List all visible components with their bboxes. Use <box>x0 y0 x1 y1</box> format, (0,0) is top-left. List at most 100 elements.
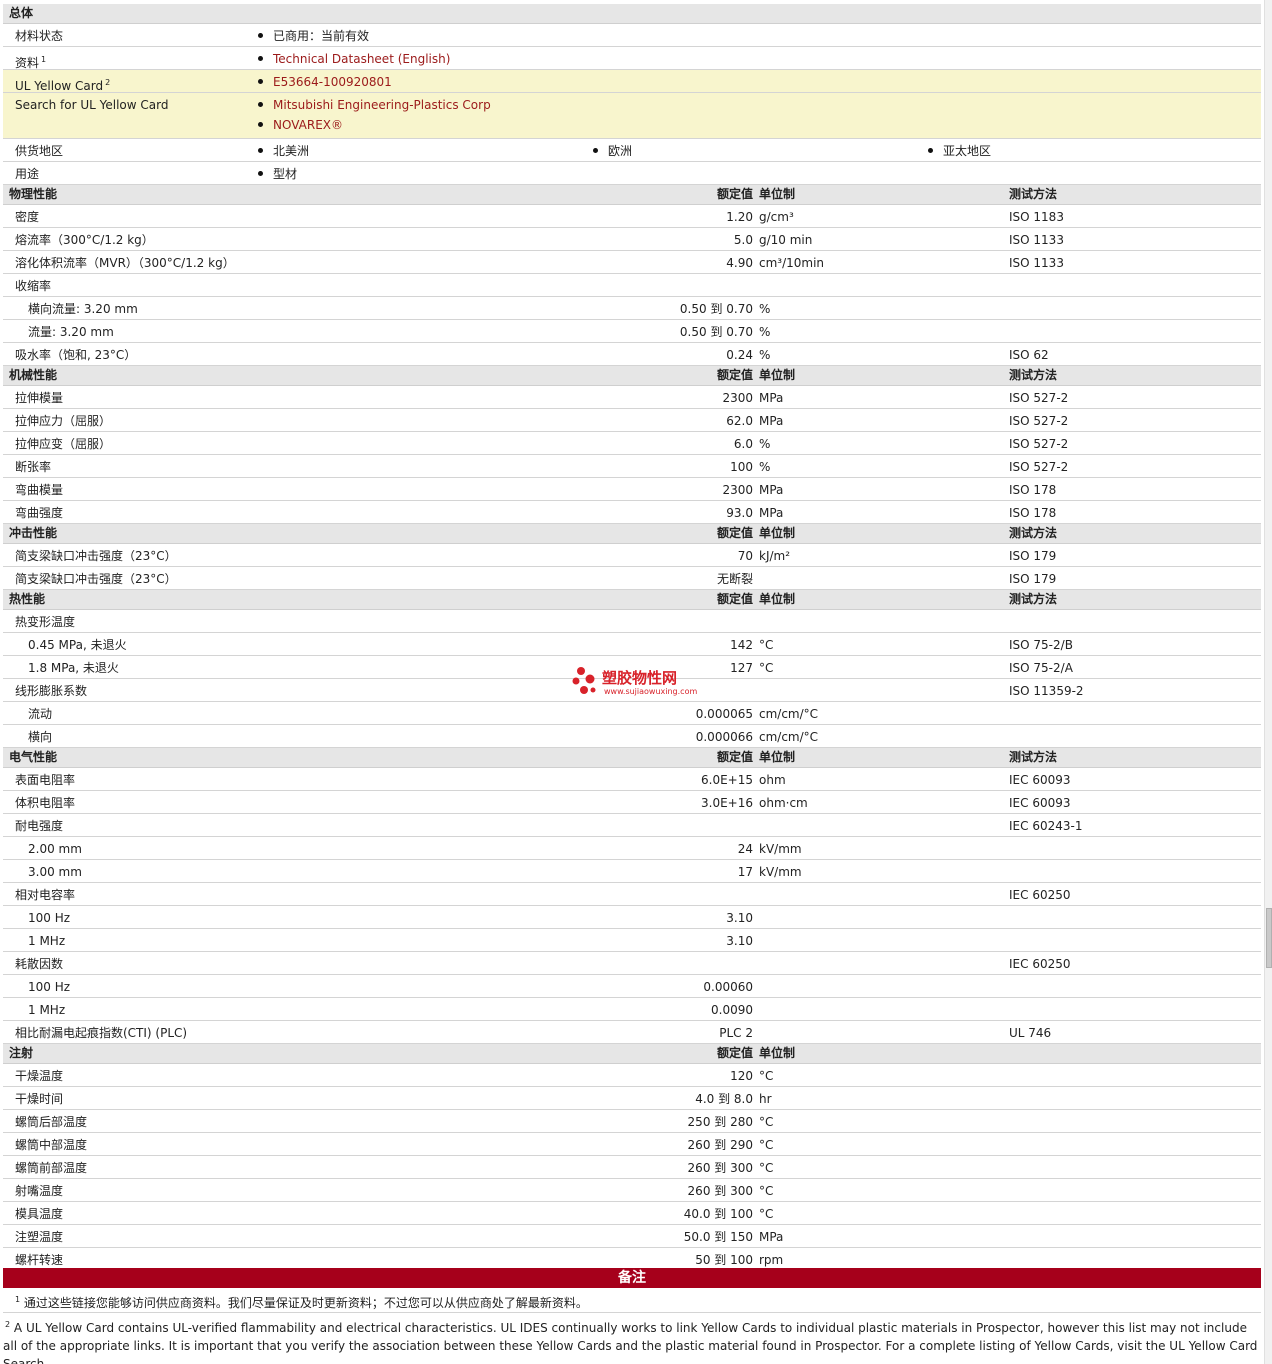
nominal-value: 0.000066 <box>695 730 753 744</box>
property-row: 熔流率（300°C/1.2 kg） 5.0 g/10 min ISO 1133 <box>3 228 1261 251</box>
notes-header: 备注 <box>3 1268 1261 1288</box>
row-label-text: 用途 <box>15 167 40 181</box>
nominal-value: 142 <box>730 638 753 652</box>
test-method: IEC 60243-1 <box>1009 819 1083 833</box>
test-method: IEC 60093 <box>1009 773 1071 787</box>
property-row: 螺筒中部温度 260 到 290 °C <box>3 1133 1261 1156</box>
property-row: 射嘴温度 260 到 300 °C <box>3 1179 1261 1202</box>
value-item: 亚太地区 <box>928 144 991 159</box>
bullet-icon <box>258 56 263 61</box>
property-row: 螺筒前部温度 260 到 300 °C <box>3 1156 1261 1179</box>
nominal-value: 50 到 100 <box>695 1253 753 1267</box>
test-method: ISO 178 <box>1009 483 1057 497</box>
property-label: 热变形温度 <box>15 615 76 629</box>
link-text[interactable]: Mitsubishi Engineering-Plastics Corp <box>273 98 491 112</box>
property-label: 3.00 mm <box>28 865 82 879</box>
property-label: 100 Hz <box>28 980 71 994</box>
section-header: 电气性能 额定值 单位制 测试方法 <box>3 748 1261 768</box>
unit-value: % <box>759 348 771 362</box>
property-row: 简支梁缺口冲击强度（23°C） 无断裂 ISO 179 <box>3 567 1261 590</box>
nominal-value: 50.0 到 150 <box>683 1230 753 1244</box>
link-text[interactable]: Technical Datasheet (English) <box>273 52 450 66</box>
datasheet-table: 总体 材料状态 已商用：当前有效 资料 1 Technical Datasheet (En… <box>3 4 1261 1271</box>
section-header: 热性能 额定值 单位制 测试方法 <box>3 590 1261 610</box>
property-label: 简支梁缺口冲击强度（23°C） <box>15 549 177 563</box>
property-row: 收缩率 <box>3 274 1261 297</box>
link-item[interactable]: Mitsubishi Engineering-Plastics Corp <box>258 98 491 113</box>
property-row: 表面电阻率 6.0E+15 ohm IEC 60093 <box>3 768 1261 791</box>
unit-value: rpm <box>759 1253 784 1267</box>
value-text: 欧洲 <box>608 144 633 158</box>
link-text[interactable]: NOVAREX® <box>273 118 343 132</box>
unit-value: °C <box>759 638 774 652</box>
nominal-header: 额定值 <box>716 750 753 764</box>
test-method: IEC 60250 <box>1009 888 1071 902</box>
link-item[interactable]: NOVAREX® <box>258 118 343 133</box>
unit-value: kJ/m² <box>759 549 791 563</box>
nominal-value: 4.0 到 8.0 <box>695 1092 753 1106</box>
method-header: 测试方法 <box>1009 368 1058 382</box>
property-row: 体积电阻率 3.0E+16 ohm·cm IEC 60093 <box>3 791 1261 814</box>
property-row: 热变形温度 <box>3 610 1261 633</box>
bullet-icon <box>593 148 598 153</box>
nominal-value: 2300 <box>722 391 753 405</box>
unit-value: % <box>759 302 771 316</box>
nominal-value: 100 <box>730 460 753 474</box>
property-row: 横向 0.000066 cm/cm/°C <box>3 725 1261 748</box>
unit-value: °C <box>759 1138 774 1152</box>
logo-dots-icon <box>572 667 596 694</box>
property-label: 横向流量: 3.20 mm <box>28 302 138 316</box>
test-method: ISO 62 <box>1009 348 1049 362</box>
property-label: 螺筒前部温度 <box>15 1161 88 1175</box>
scrollbar-thumb[interactable] <box>1266 908 1272 968</box>
nominal-value: 无断裂 <box>716 572 753 586</box>
property-label: 螺筒中部温度 <box>15 1138 88 1152</box>
property-row: 模具温度 40.0 到 100 °C <box>3 1202 1261 1225</box>
row-label-text: Search for UL Yellow Card <box>15 98 169 112</box>
watermark-url: www.sujiaowuxing.com <box>604 687 698 696</box>
property-label: 100 Hz <box>28 911 71 925</box>
bullet-icon <box>258 33 263 38</box>
unit-header: 单位制 <box>759 750 796 764</box>
unit-value: cm/cm/°C <box>759 707 819 721</box>
property-label: 螺杆转速 <box>15 1253 64 1267</box>
nominal-value: 3.10 <box>726 911 753 925</box>
nominal-value: 62.0 <box>726 414 753 428</box>
footnote-text: 通过这些链接您能够访问供应商资料。我们尽量保证及时更新资料；不过您可以从供应商处… <box>23 1296 588 1310</box>
property-label: 线形膨胀系数 <box>15 684 88 698</box>
section-header: 总体 <box>3 4 1261 24</box>
method-header: 测试方法 <box>1009 526 1058 540</box>
nominal-value: PLC 2 <box>719 1026 753 1040</box>
general-row: 供货地区 北美洲 欧洲 亚太地区 <box>3 139 1261 162</box>
test-method: ISO 1133 <box>1009 233 1064 247</box>
unit-header: 单位制 <box>759 1046 796 1060</box>
test-method: ISO 527-2 <box>1009 460 1069 474</box>
section-header: 注射 额定值 单位制 <box>3 1044 1261 1064</box>
bullet-icon <box>258 79 263 84</box>
property-label: 注塑温度 <box>15 1230 64 1244</box>
unit-value: % <box>759 460 771 474</box>
link-item[interactable]: Technical Datasheet (English) <box>258 52 450 67</box>
link-text[interactable]: E53664-100920801 <box>273 75 392 89</box>
nominal-value: 24 <box>737 842 753 856</box>
property-label: 干燥时间 <box>15 1092 64 1106</box>
nominal-value: 3.10 <box>726 934 753 948</box>
unit-value: cm/cm/°C <box>759 730 819 744</box>
property-label: 螺筒后部温度 <box>15 1115 88 1129</box>
property-label: 耗散因数 <box>15 957 64 971</box>
unit-value: MPa <box>759 506 784 520</box>
property-label: 拉伸应力（屈服） <box>15 414 112 428</box>
nominal-value: 40.0 到 100 <box>683 1207 753 1221</box>
test-method: ISO 527-2 <box>1009 437 1069 451</box>
row-label-text: UL Yellow Card <box>15 79 104 93</box>
method-header: 测试方法 <box>1009 750 1058 764</box>
vertical-scrollbar[interactable] <box>1264 0 1272 1364</box>
watermark-logo: 塑胶物性网 www.sujiaowuxing.com <box>572 666 712 700</box>
unit-value: MPa <box>759 1230 784 1244</box>
value-item: 欧洲 <box>593 144 632 159</box>
section-title: 电气性能 <box>9 750 58 764</box>
link-item[interactable]: E53664-100920801 <box>258 75 392 90</box>
property-label: 流量: 3.20 mm <box>28 325 114 339</box>
unit-header: 单位制 <box>759 368 796 382</box>
bullet-icon <box>258 122 263 127</box>
